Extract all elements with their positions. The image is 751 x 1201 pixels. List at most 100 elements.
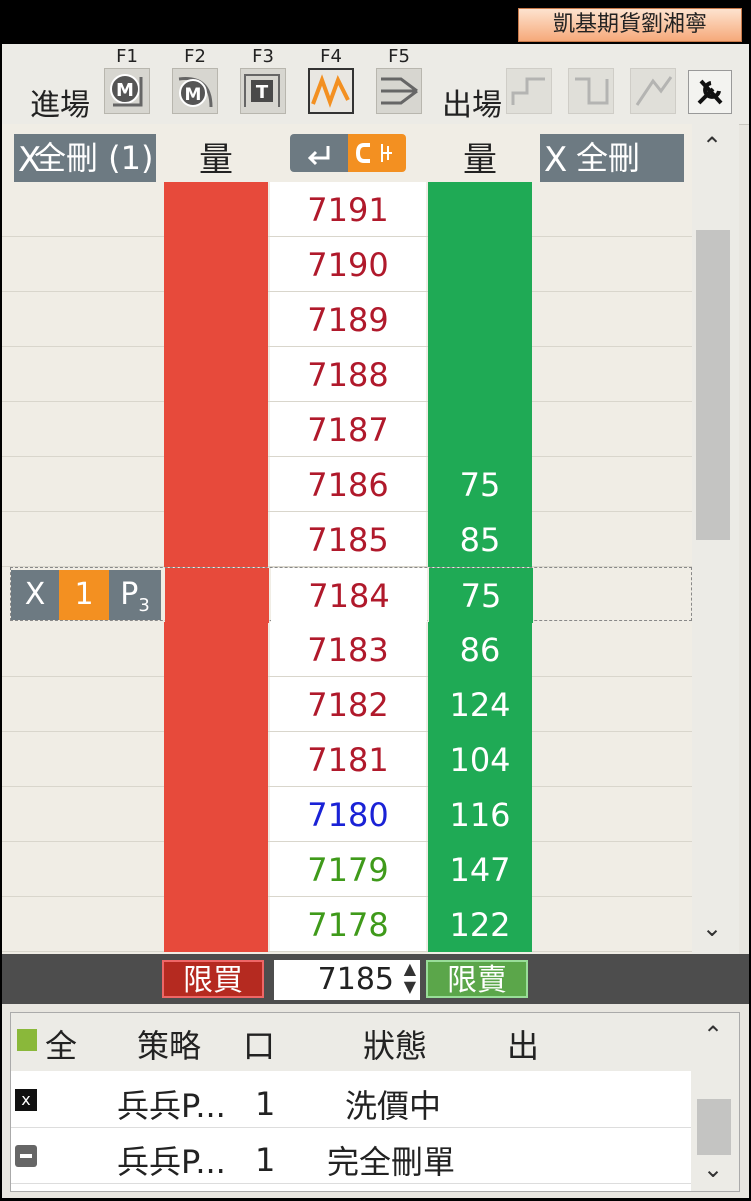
ladder-row[interactable]: 7191 [2, 182, 692, 237]
ladder-row[interactable]: 7182 124 [2, 677, 692, 732]
price-cell: 7180 [270, 787, 426, 841]
sell-cell[interactable]: 75 [429, 568, 533, 623]
ladder-row[interactable]: 7186 75 [2, 457, 692, 512]
sell-cell[interactable]: 75 [428, 457, 532, 512]
price-cell: 7185 [270, 512, 426, 566]
buy-cell[interactable] [164, 512, 268, 567]
cancel-order-button[interactable]: X [11, 570, 59, 620]
ladder-row[interactable]: 7181 104 [2, 732, 692, 787]
scroll-thumb[interactable] [697, 1099, 731, 1155]
buy-cell[interactable] [164, 842, 268, 897]
settings-tools-button[interactable] [688, 70, 732, 114]
buy-cell[interactable] [164, 622, 268, 677]
market-order-icon: M [110, 74, 143, 107]
fkey-f5: F5 [388, 46, 410, 67]
close-icon[interactable]: x [15, 1089, 37, 1111]
buy-cell[interactable] [164, 897, 268, 952]
exit-trail-icon [635, 76, 673, 106]
strategy-name: 兵兵P... [117, 1087, 226, 1125]
cancel-all-sell-button[interactable]: X 全刪 [540, 134, 684, 182]
exit-button-3[interactable] [630, 68, 676, 114]
sell-cell[interactable] [428, 182, 532, 237]
buy-cell[interactable] [164, 402, 268, 457]
spinner-icon[interactable]: ▲ ▼ [404, 960, 416, 996]
sell-cell[interactable]: 104 [428, 732, 532, 787]
order-tag-letter: P [120, 577, 139, 612]
buy-cell[interactable] [164, 677, 268, 732]
working-order[interactable]: X 1 P3 [11, 570, 161, 620]
exit-button-2[interactable] [568, 68, 614, 114]
market-order-curve-icon: M [178, 77, 213, 108]
touch-entry-button[interactable]: T [240, 68, 286, 114]
recenter-button[interactable] [290, 134, 348, 172]
ladder-row[interactable]: 7188 [2, 347, 692, 402]
minus-icon[interactable] [15, 1145, 37, 1167]
cancel-x: X [544, 140, 568, 180]
limit-sell-button[interactable]: 限賣 [426, 960, 528, 998]
buy-cell[interactable] [164, 732, 268, 787]
sell-cell[interactable] [428, 237, 532, 292]
strategy-status: 洗價中 [345, 1087, 442, 1125]
sell-cell[interactable] [428, 347, 532, 402]
sell-cell[interactable]: 124 [428, 677, 532, 732]
sell-cell[interactable]: 147 [428, 842, 532, 897]
window-tab[interactable]: 凱基期貨劉湘寧 [518, 8, 742, 42]
price-cell: 7187 [270, 402, 426, 456]
ladder-row[interactable]: 7187 [2, 402, 692, 457]
ladder-row[interactable]: 7189 [2, 292, 692, 347]
chevron-up-icon[interactable]: ⌃ [703, 1021, 723, 1049]
pingpong-entry-button[interactable] [308, 68, 354, 114]
magnet-lock-button[interactable] [348, 134, 406, 172]
ladder-entry-button[interactable] [376, 68, 422, 114]
ladder-row[interactable]: 7190 [2, 237, 692, 292]
buy-cell[interactable] [164, 787, 268, 842]
header-all: 全 [45, 1027, 78, 1065]
buy-cell[interactable] [165, 568, 269, 623]
price-cell: 7183 [270, 622, 426, 676]
buy-cell[interactable] [164, 292, 268, 347]
cancel-all-buy-button[interactable]: X 全刪 (1) [14, 134, 156, 182]
order-tag-sub: 3 [138, 595, 150, 616]
sell-cell[interactable]: 122 [428, 897, 532, 952]
strategy-scrollbar[interactable]: ⌃ ⌄ [691, 1013, 739, 1191]
scroll-thumb[interactable] [696, 230, 730, 540]
ladder-row[interactable]: 7185 85 [2, 512, 692, 567]
fkey-f4: F4 [320, 46, 342, 67]
price-cell: 7188 [270, 347, 426, 401]
chevron-down-icon[interactable]: ⌄ [702, 914, 722, 942]
market-entry-button-1[interactable]: M [104, 68, 150, 114]
order-tag: P3 [109, 570, 161, 620]
sell-cell[interactable]: 86 [428, 622, 532, 677]
ladder-scrollbar[interactable]: ⌃ ⌄ [692, 124, 739, 954]
buy-cell[interactable] [164, 457, 268, 512]
ladder-row[interactable]: 7183 86 [2, 622, 692, 677]
sell-cell[interactable] [428, 292, 532, 347]
buy-cell[interactable] [164, 182, 268, 237]
strategy-row[interactable]: x 兵兵P... 1 洗價中 [11, 1073, 691, 1128]
price-input[interactable]: 7185 ▲ ▼ [274, 960, 420, 1000]
sell-cell[interactable]: 116 [428, 787, 532, 842]
exit-button-1[interactable] [506, 68, 552, 114]
ladder-row[interactable]: X 1 P3 7184 75 [10, 567, 692, 623]
chevron-up-icon[interactable]: ⌃ [702, 132, 722, 160]
buy-cell[interactable] [164, 237, 268, 292]
header-exit: 出 [507, 1027, 540, 1065]
ladder-row[interactable]: 7180 116 [2, 787, 692, 842]
buy-cell[interactable] [164, 347, 268, 402]
limit-buy-button[interactable]: 限買 [162, 960, 264, 998]
order-qty[interactable]: 1 [59, 570, 109, 620]
sell-cell[interactable]: 85 [428, 512, 532, 567]
strategy-status: 完全刪單 [327, 1143, 456, 1181]
sell-cell[interactable] [428, 402, 532, 457]
price-cell: 7190 [270, 237, 426, 291]
market-entry-button-2[interactable]: M [172, 68, 218, 114]
chevron-down-icon[interactable]: ⌄ [703, 1155, 723, 1183]
strategy-row[interactable]: 兵兵P... 1 完全刪單 [11, 1129, 691, 1184]
ladder-row[interactable]: 7178 122 [2, 897, 692, 952]
ladder-row[interactable]: 7179 147 [2, 842, 692, 897]
magnet-icon [355, 143, 392, 163]
strategy-lots: 1 [255, 1141, 276, 1179]
strategy-list-header: 全 策略 口 狀態 出 [11, 1013, 691, 1071]
header-lots: 口 [243, 1027, 276, 1065]
select-all-icon[interactable] [17, 1029, 37, 1051]
